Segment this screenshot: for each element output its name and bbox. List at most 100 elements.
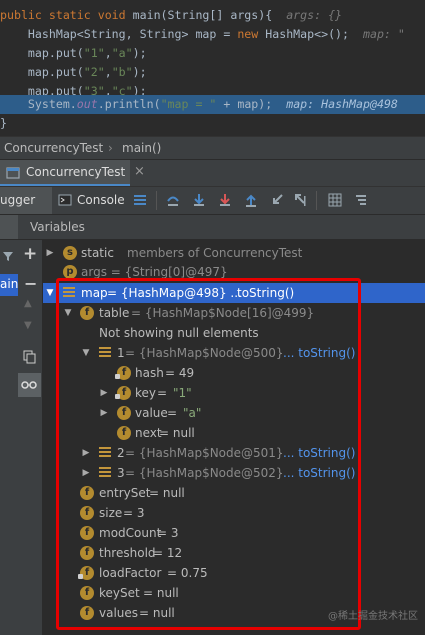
evaluate-expression-icon[interactable]	[328, 193, 342, 207]
static-text: members of ConcurrencyTest	[127, 246, 303, 260]
expand-arrow-icon[interactable]: ▶	[45, 243, 55, 263]
code-token: map.put(	[0, 65, 84, 79]
field-name: loadFactor	[99, 566, 162, 580]
tree-row-hash[interactable]: f hash = 49	[43, 363, 425, 383]
tree-row-field[interactable]: f entrySet = null	[43, 483, 425, 503]
tree-row-node-2[interactable]: ▶ 2 = {HashMap$Node@501} ... toString()	[43, 443, 425, 463]
field-icon: f	[80, 586, 94, 600]
field-icon: f	[80, 606, 94, 620]
expand-arrow-icon[interactable]: ▶	[99, 403, 109, 423]
tree-row-value[interactable]: ▶ f value = "a"	[43, 403, 425, 423]
tree-row-key[interactable]: ▶ f key = "1"	[43, 383, 425, 403]
trace-stream-icon[interactable]	[354, 193, 368, 207]
tree-row-table[interactable]: ▼ f table = {HashMap$Node[16]@499}	[43, 303, 425, 323]
breadcrumb-method[interactable]: main()	[122, 137, 161, 159]
hash-name: hash	[135, 366, 164, 380]
static-icon: s	[63, 246, 77, 260]
code-token: new	[237, 27, 266, 41]
tab-label: ConcurrencyTest	[26, 165, 126, 179]
key-name: key	[135, 386, 157, 400]
field-icon: f	[80, 506, 94, 520]
node-1-value: = {HashMap$Node@500}	[125, 346, 284, 360]
frame-item-main[interactable]: ain	[0, 274, 18, 296]
expand-arrow-icon[interactable]: ▶	[99, 383, 109, 403]
code-editor[interactable]: public static void main(String[] args){ …	[0, 0, 425, 132]
code-line[interactable]: public static void main(String[] args){ …	[0, 6, 425, 25]
collapse-arrow-icon[interactable]: ▼	[81, 343, 91, 363]
tree-row-next[interactable]: f next = null	[43, 423, 425, 443]
tab-console[interactable]: Console	[77, 193, 125, 207]
variables-tree[interactable]: ▶ s static members of ConcurrencyTest p …	[43, 240, 425, 635]
frames-menu-icon[interactable]	[133, 193, 147, 207]
field-icon: f	[117, 426, 131, 440]
force-step-into-icon[interactable]	[218, 193, 232, 207]
tree-row-field[interactable]: f size = 3	[43, 503, 425, 523]
tree-row-node-1[interactable]: ▼ 1 = {HashMap$Node@500} ... toString()	[43, 343, 425, 363]
expand-arrow-icon[interactable]: ▶	[81, 443, 91, 463]
step-into-icon[interactable]	[192, 193, 206, 207]
toolbar-divider	[156, 191, 157, 210]
value-name: value	[135, 406, 168, 420]
drop-frame-icon[interactable]	[270, 193, 284, 207]
tree-row-static[interactable]: ▶ s static members of ConcurrencyTest	[43, 243, 425, 263]
tab-debugger[interactable]: ugger	[0, 187, 52, 214]
frame-item-label: ain	[0, 277, 19, 291]
inline-value-hint: map: HashMap@498	[286, 97, 398, 111]
field-name: size	[99, 506, 123, 520]
tab-concurrencytest[interactable]: ConcurrencyTest	[0, 160, 130, 186]
frames-panel: ain	[0, 240, 18, 635]
remove-watch-icon[interactable]: −	[24, 274, 37, 293]
show-watches-toggle[interactable]	[18, 373, 41, 397]
move-up-icon[interactable]: ▲	[24, 298, 32, 309]
tree-row-node-3[interactable]: ▶ 3 = {HashMap$Node@502} ... toString()	[43, 463, 425, 483]
code-line-current[interactable]: System.out.println("map = " + map); map:…	[0, 95, 425, 114]
code-token: HashMap<String, String> map =	[0, 27, 238, 41]
code-token: "b"	[111, 65, 133, 79]
map-name: map	[81, 286, 108, 300]
args-text: args = {String[0]@497}	[81, 265, 228, 279]
array-element-icon	[99, 467, 111, 479]
close-tab-icon[interactable]: ×	[134, 164, 145, 179]
tree-row-field[interactable]: f modCount = 3	[43, 523, 425, 543]
node-2-tostring-link[interactable]: ... toString()	[283, 443, 355, 463]
node-1-tostring-link[interactable]: ... toString()	[283, 343, 355, 363]
code-token: );	[132, 46, 147, 60]
final-lock-icon	[115, 374, 120, 379]
null-note-text: Not showing null elements	[99, 326, 259, 340]
step-over-icon[interactable]	[166, 193, 180, 207]
table-value: = {HashMap$Node[16]@499}	[131, 306, 315, 320]
tree-row-args[interactable]: p args = {String[0]@497}	[43, 262, 425, 282]
copy-icon[interactable]	[23, 350, 37, 364]
move-down-icon[interactable]: ▼	[24, 320, 32, 331]
array-element-icon	[99, 447, 111, 459]
collapse-arrow-icon[interactable]: ▼	[63, 303, 73, 323]
tree-row-map[interactable]: ▼ map = {HashMap@498} ... toString()	[43, 283, 425, 303]
hash-value: = 49	[165, 366, 195, 380]
breadcrumb-class[interactable]: ConcurrencyTest	[4, 137, 103, 159]
tree-row-field[interactable]: f threshold = 12	[43, 543, 425, 563]
step-out-icon[interactable]	[244, 193, 258, 207]
tree-row-field[interactable]: f keySet = null	[43, 583, 425, 603]
watermark: @稀土掘金技术社区	[328, 611, 418, 622]
field-icon: f	[117, 406, 131, 420]
tree-row-field[interactable]: f loadFactor = 0.75	[43, 563, 425, 583]
field-name: entrySet	[99, 486, 151, 500]
code-token: "a"	[111, 46, 133, 60]
code-token: "2"	[83, 65, 105, 79]
code-token: + map);	[216, 97, 287, 111]
filter-icon[interactable]	[2, 250, 14, 262]
code-line[interactable]: }	[0, 114, 425, 133]
map-tostring-link[interactable]: toString()	[237, 283, 294, 303]
collapse-arrow-icon[interactable]: ▼	[45, 283, 55, 303]
node-3-tostring-link[interactable]: ... toString()	[283, 463, 355, 483]
new-watch-icon[interactable]: +	[23, 244, 37, 264]
array-element-icon	[99, 347, 111, 359]
code-line[interactable]: HashMap<String, String> map = new HashMa…	[0, 25, 425, 44]
code-token: ,	[104, 65, 112, 79]
run-to-cursor-icon[interactable]	[294, 193, 308, 207]
inline-value-hint: map: "	[362, 27, 405, 41]
code-line[interactable]: map.put("1","a");	[0, 44, 425, 63]
field-value: = null	[143, 586, 179, 600]
code-line[interactable]: map.put("2","b");	[0, 63, 425, 82]
expand-arrow-icon[interactable]: ▶	[81, 463, 91, 483]
